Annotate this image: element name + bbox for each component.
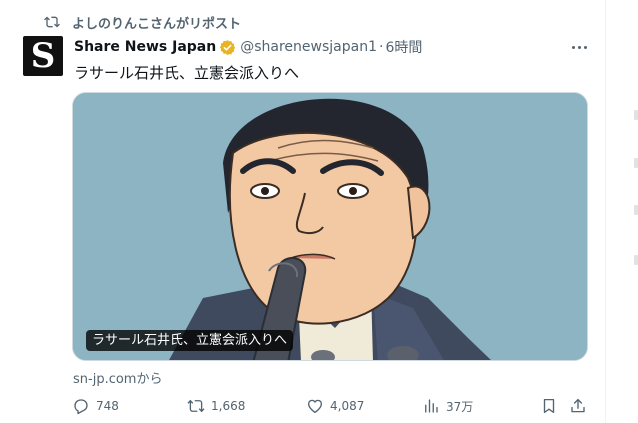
tweet-text: ラサール石井氏、立憲会派入りへ	[74, 64, 300, 82]
reply-button[interactable]: 748	[72, 395, 119, 417]
views-chart-icon	[425, 399, 438, 413]
timestamp[interactable]: 6時間	[385, 37, 422, 57]
bookmark-icon	[543, 398, 555, 414]
reply-icon	[74, 399, 88, 415]
right-sidebar-edge	[606, 0, 638, 423]
author-handle[interactable]: @sharenewsjapan1	[240, 39, 377, 55]
views-count: 37万	[446, 399, 474, 414]
share-button[interactable]	[569, 395, 587, 417]
views-button[interactable]: 37万	[422, 395, 473, 417]
news-illustration	[73, 93, 587, 360]
link-source[interactable]: sn-jp.comから	[73, 368, 162, 387]
sidebar-edge-mark	[634, 110, 638, 120]
repost-count: 1,668	[211, 399, 246, 413]
tweet-header: Share News Japan @sharenewsjapan1 · 6時間	[74, 37, 422, 57]
bookmark-button[interactable]	[540, 395, 558, 417]
repost-icon	[44, 16, 60, 28]
media-card[interactable]: ラサール石井氏、立憲会派入りへ	[72, 92, 588, 361]
more-options-button[interactable]	[568, 38, 590, 56]
display-name[interactable]: Share News Japan	[74, 39, 216, 55]
separator-dot: ·	[378, 39, 384, 55]
sidebar-edge-mark	[634, 255, 638, 265]
action-bar: 748 1,668 4,087 37万	[72, 395, 592, 417]
sidebar-edge-mark	[634, 158, 638, 168]
repost-indicator[interactable]: よしのりんこさんがリポスト	[44, 12, 241, 32]
more-icon	[571, 45, 575, 49]
avatar-letter: S	[30, 36, 56, 76]
reply-count: 748	[96, 399, 119, 413]
tweet-card[interactable]: よしのりんこさんがリポスト S Share News Japan @sharen…	[0, 0, 605, 423]
avatar[interactable]: S	[23, 36, 63, 76]
repost-label[interactable]: よしのりんこさんがリポスト	[72, 13, 241, 32]
repost-icon	[187, 400, 205, 412]
media-caption: ラサール石井氏、立憲会派入りへ	[86, 330, 294, 351]
repost-button[interactable]: 1,668	[187, 395, 245, 417]
like-count: 4,087	[330, 399, 365, 413]
share-icon	[571, 398, 585, 413]
heart-icon	[307, 399, 323, 414]
like-button[interactable]: 4,087	[306, 395, 364, 417]
verified-badge-icon	[219, 39, 236, 55]
sidebar-edge-mark	[634, 205, 638, 215]
